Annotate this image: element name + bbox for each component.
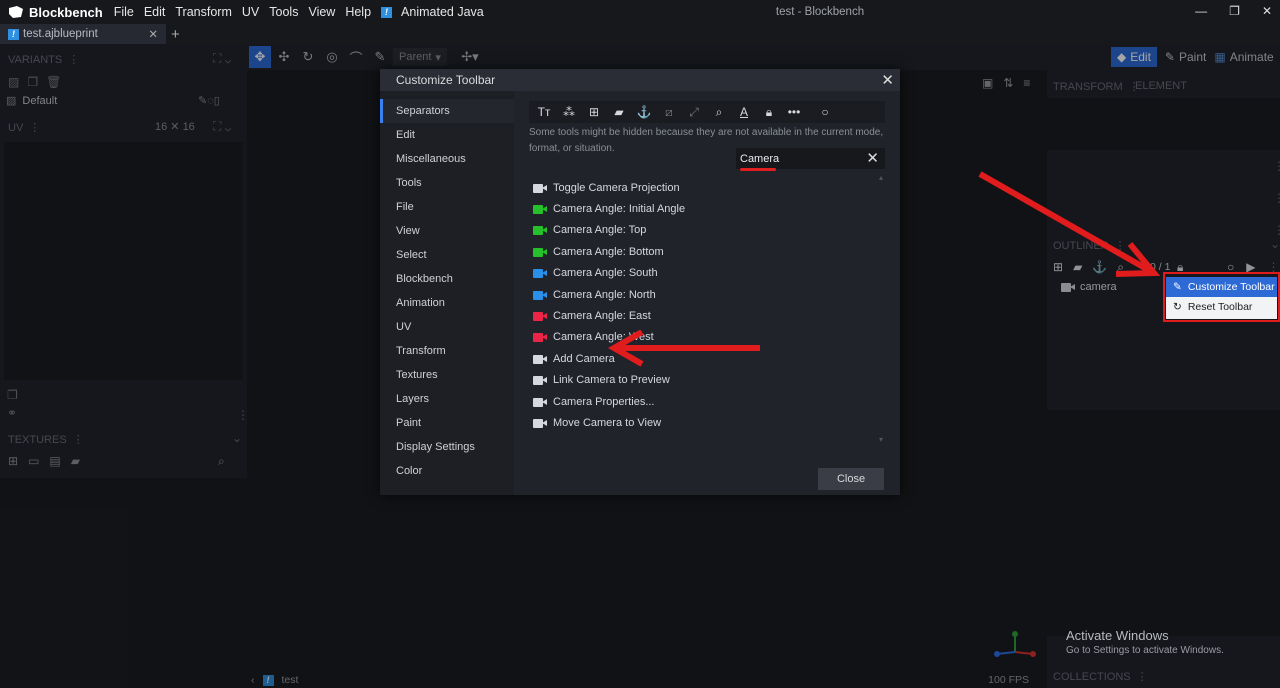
result-item[interactable]: Camera Angle: Initial Angle bbox=[529, 198, 885, 219]
toolbar-preview: Tт ⁂ ⊞ ▰ ⚓ ⧄ ⤢ ⌕ A 🔒︎ ••• ○ bbox=[529, 101, 885, 123]
blueprint-file-icon: ! bbox=[8, 28, 19, 40]
category-textures[interactable]: Textures bbox=[380, 363, 514, 387]
result-item[interactable]: Camera Angle: South bbox=[529, 263, 885, 284]
category-animation[interactable]: Animation bbox=[380, 291, 514, 315]
category-tools[interactable]: Tools bbox=[380, 171, 514, 195]
category-paint[interactable]: Paint bbox=[380, 411, 514, 435]
camera-icon bbox=[533, 332, 547, 343]
close-window-icon[interactable]: ✕ bbox=[1262, 4, 1272, 18]
result-label: Camera Angle: East bbox=[553, 310, 651, 323]
camera-icon bbox=[533, 225, 547, 236]
toolbar-context-menu: ✎ Customize Toolbar ↻ Reset Toolbar bbox=[1166, 277, 1277, 319]
result-label: Camera Angle: Top bbox=[553, 224, 647, 237]
circle-icon[interactable]: ○ bbox=[814, 102, 836, 122]
clear-search-icon[interactable]: ✕ bbox=[866, 149, 879, 167]
search-value: Camera bbox=[740, 152, 780, 165]
shapes-icon[interactable]: ⁂ bbox=[558, 102, 580, 122]
camera-icon bbox=[533, 183, 547, 193]
category-color[interactable]: Color bbox=[380, 459, 514, 483]
result-item[interactable]: Camera Angle: Bottom bbox=[529, 241, 885, 262]
category-list: Separators Edit Miscellaneous Tools File… bbox=[380, 91, 514, 495]
category-blockbench[interactable]: Blockbench bbox=[380, 267, 514, 291]
hidden-mesh-icon[interactable]: ⧄ bbox=[658, 102, 680, 122]
customize-toolbar-dialog: Customize Toolbar ✕ Separators Edit Misc… bbox=[380, 69, 900, 495]
tab-project[interactable]: ! test.ajblueprint ✕ bbox=[0, 24, 166, 44]
category-edit[interactable]: Edit bbox=[380, 123, 514, 147]
result-item[interactable]: Toggle Camera Projection bbox=[529, 177, 885, 198]
title-bar: Blockbench File Edit Transform UV Tools … bbox=[0, 0, 1280, 24]
restore-icon[interactable]: ❐ bbox=[1229, 4, 1240, 18]
watermark-subtitle: Go to Settings to activate Windows. bbox=[1066, 645, 1224, 656]
camera-icon bbox=[533, 311, 547, 322]
result-item[interactable]: Camera Angle: North bbox=[529, 284, 885, 305]
tab-label: test.ajblueprint bbox=[23, 28, 98, 40]
customize-label: Customize Toolbar bbox=[1187, 281, 1275, 293]
customize-toolbar-item[interactable]: ✎ Customize Toolbar bbox=[1166, 277, 1277, 297]
anchor-icon[interactable]: ⚓ bbox=[633, 102, 655, 122]
annotation-arrow-left bbox=[607, 330, 760, 367]
result-label: Move Camera to View bbox=[553, 416, 662, 429]
category-separators[interactable]: Separators bbox=[380, 99, 514, 123]
expand-icon[interactable]: ⤢ bbox=[683, 102, 705, 122]
add-cube-icon[interactable]: ⊞ bbox=[583, 102, 605, 122]
search-annotation-underline bbox=[740, 168, 776, 171]
close-icon[interactable]: ✕ bbox=[881, 71, 894, 89]
result-label: Camera Angle: North bbox=[553, 288, 656, 301]
text-color-icon[interactable]: A bbox=[733, 102, 755, 122]
result-item[interactable]: Camera Properties... bbox=[529, 391, 885, 412]
category-select[interactable]: Select bbox=[380, 243, 514, 267]
dialog-header: Customize Toolbar ✕ bbox=[380, 69, 900, 91]
reset-toolbar-item[interactable]: ↻ Reset Toolbar bbox=[1166, 297, 1277, 317]
camera-icon bbox=[533, 375, 547, 386]
category-layers[interactable]: Layers bbox=[380, 387, 514, 411]
result-label: Camera Angle: South bbox=[553, 267, 658, 280]
camera-icon bbox=[533, 204, 547, 215]
category-uv[interactable]: UV bbox=[380, 315, 514, 339]
result-item[interactable]: Link Camera to Preview bbox=[529, 370, 885, 391]
camera-icon bbox=[533, 397, 547, 407]
camera-icon bbox=[533, 418, 547, 428]
result-item[interactable]: Camera Angle: Top bbox=[529, 220, 885, 241]
camera-icon bbox=[533, 290, 547, 300]
annotation-arrow-diagonal bbox=[978, 171, 1161, 277]
dialog-content: Tт ⁂ ⊞ ▰ ⚓ ⧄ ⤢ ⌕ A 🔒︎ ••• ○ Some tools m… bbox=[514, 91, 900, 495]
watermark-title: Activate Windows bbox=[1066, 628, 1169, 643]
result-item[interactable]: Move Camera to View bbox=[529, 412, 885, 433]
result-item[interactable]: Camera Angle: East bbox=[529, 305, 885, 326]
result-label: Camera Angle: Initial Angle bbox=[553, 203, 686, 216]
separator-dots-icon[interactable]: ••• bbox=[783, 102, 805, 122]
dialog-title: Customize Toolbar bbox=[396, 73, 496, 87]
reset-label: Reset Toolbar bbox=[1187, 301, 1253, 313]
result-label: Camera Angle: Bottom bbox=[553, 245, 664, 258]
text-tool-icon[interactable]: Tт bbox=[533, 102, 555, 122]
scroll-down-icon[interactable]: ▾ bbox=[879, 435, 883, 444]
category-transform[interactable]: Transform bbox=[380, 339, 514, 363]
windows-activation-watermark: Activate Windows Go to Settings to activ… bbox=[1066, 628, 1224, 656]
tab-close-icon[interactable]: ✕ bbox=[148, 27, 158, 41]
category-display-settings[interactable]: Display Settings bbox=[380, 435, 514, 459]
lock-icon[interactable]: 🔒︎ bbox=[758, 102, 780, 122]
minimize-icon[interactable]: — bbox=[1195, 4, 1207, 18]
reset-icon: ↻ bbox=[1173, 301, 1182, 313]
window-title: test - Blockbench bbox=[775, 6, 865, 18]
category-miscellaneous[interactable]: Miscellaneous bbox=[380, 147, 514, 171]
category-view[interactable]: View bbox=[380, 219, 514, 243]
close-button[interactable]: Close bbox=[818, 468, 884, 490]
category-file[interactable]: File bbox=[380, 195, 514, 219]
result-label: Link Camera to Preview bbox=[553, 374, 670, 387]
search-icon[interactable]: ⌕ bbox=[708, 102, 730, 122]
camera-icon bbox=[533, 354, 547, 364]
window-controls: — ❐ ✕ bbox=[1195, 4, 1272, 18]
tab-bar bbox=[0, 24, 1280, 44]
camera-icon bbox=[533, 247, 547, 257]
results-list: Toggle Camera Projection Camera Angle: In… bbox=[529, 177, 885, 437]
new-tab-icon[interactable]: + bbox=[171, 26, 180, 43]
result-label: Camera Properties... bbox=[553, 395, 655, 408]
search-input[interactable]: Camera ✕ bbox=[736, 148, 885, 169]
result-label: Toggle Camera Projection bbox=[553, 181, 680, 194]
pencil-icon: ✎ bbox=[1173, 281, 1182, 293]
add-group-icon[interactable]: ▰ bbox=[608, 102, 630, 122]
camera-icon bbox=[533, 268, 547, 279]
